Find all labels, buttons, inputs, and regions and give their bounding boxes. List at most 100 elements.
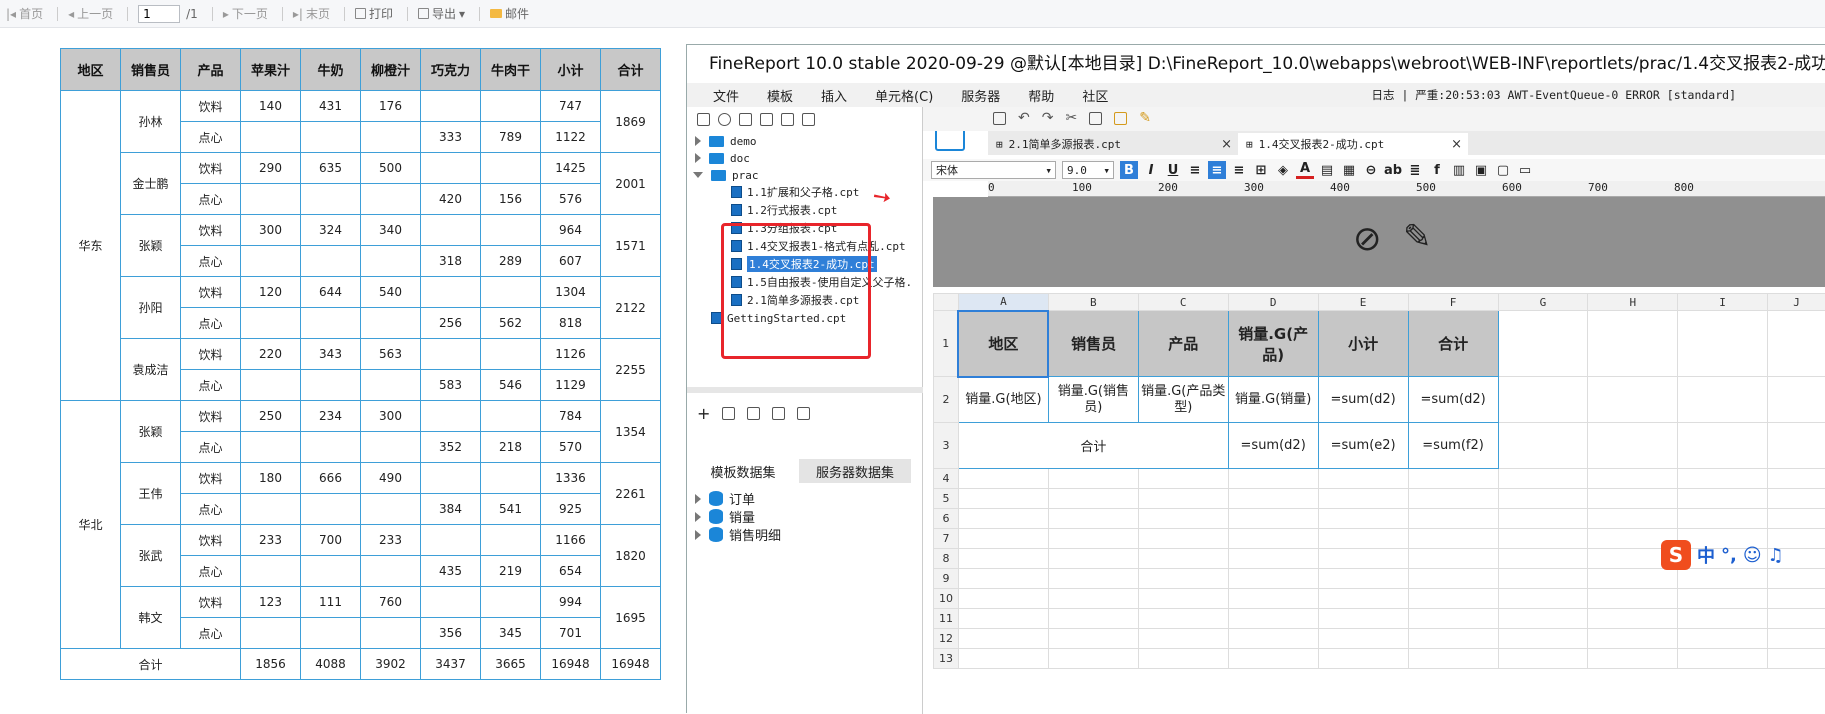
paste-icon[interactable] bbox=[1114, 112, 1127, 125]
cell[interactable] bbox=[1498, 589, 1588, 609]
next-page-button[interactable]: ▸下一页 bbox=[223, 5, 268, 22]
cell[interactable] bbox=[1588, 423, 1678, 469]
cell[interactable] bbox=[958, 609, 1048, 629]
cell-a1[interactable]: 地区 bbox=[958, 311, 1048, 377]
more-icon[interactable]: ▭ bbox=[1516, 161, 1534, 179]
cell[interactable] bbox=[1678, 489, 1768, 509]
tree-folder-demo[interactable]: demo bbox=[695, 133, 757, 149]
cell[interactable] bbox=[1048, 529, 1138, 549]
tab-server-datasets[interactable]: 服务器数据集 bbox=[799, 459, 911, 483]
col-header[interactable]: F bbox=[1408, 294, 1498, 311]
cell[interactable] bbox=[1588, 629, 1678, 649]
close-icon[interactable]: × bbox=[1221, 137, 1232, 152]
row-header[interactable]: 9 bbox=[934, 569, 959, 589]
cell[interactable] bbox=[1678, 589, 1768, 609]
corner-cell[interactable] bbox=[934, 294, 959, 311]
cell[interactable] bbox=[1498, 377, 1588, 423]
merge-icon[interactable]: ▤ bbox=[1318, 161, 1336, 179]
cell[interactable] bbox=[1228, 589, 1318, 609]
cell-d1[interactable]: 销量.G(产品) bbox=[1228, 311, 1318, 377]
cell-e3[interactable]: =sum(e2) bbox=[1318, 423, 1408, 469]
menu-cell[interactable]: 单元格(C) bbox=[861, 86, 947, 105]
cell-c2[interactable]: 销量.G(产品类型) bbox=[1138, 377, 1228, 423]
row-header[interactable]: 6 bbox=[934, 509, 959, 529]
cell-d3[interactable]: =sum(d2) bbox=[1228, 423, 1318, 469]
cell[interactable] bbox=[1768, 311, 1825, 377]
cell[interactable] bbox=[1138, 569, 1228, 589]
cell[interactable] bbox=[1138, 629, 1228, 649]
preview-icon[interactable] bbox=[772, 407, 785, 420]
file-tab-active[interactable]: ⊞1.4交叉报表2-成功.cpt× bbox=[1238, 133, 1468, 155]
row-header[interactable]: 11 bbox=[934, 609, 959, 629]
cell-f3[interactable]: =sum(f2) bbox=[1408, 423, 1498, 469]
cell[interactable] bbox=[1498, 609, 1588, 629]
row-header[interactable]: 3 bbox=[934, 423, 959, 469]
ime-toolbar[interactable]: S 中 °, ☺ ♫ bbox=[1661, 540, 1784, 570]
row-header[interactable]: 8 bbox=[934, 549, 959, 569]
col-header[interactable]: D bbox=[1228, 294, 1318, 311]
tree-file[interactable]: 1.1扩展和父子格.cpt bbox=[731, 184, 859, 200]
cell[interactable] bbox=[1678, 629, 1768, 649]
image-icon[interactable]: ▣ bbox=[1472, 161, 1490, 179]
fill-color-icon[interactable]: ◈ bbox=[1274, 161, 1292, 179]
row-header[interactable]: 2 bbox=[934, 377, 959, 423]
delete-icon[interactable] bbox=[747, 407, 760, 420]
cell[interactable] bbox=[1228, 489, 1318, 509]
cell[interactable] bbox=[1048, 629, 1138, 649]
cell[interactable] bbox=[1228, 549, 1318, 569]
link-icon[interactable]: ⊖ bbox=[1362, 161, 1380, 179]
splitter[interactable] bbox=[687, 387, 923, 393]
tree-file[interactable]: 1.2行式报表.cpt bbox=[731, 202, 837, 218]
cell[interactable] bbox=[1768, 423, 1825, 469]
cell-f1[interactable]: 合计 bbox=[1408, 311, 1498, 377]
text-icon[interactable]: ab bbox=[1384, 161, 1402, 179]
font-size-select[interactable]: 9.0▾ bbox=[1062, 161, 1114, 179]
cell[interactable] bbox=[1408, 589, 1498, 609]
open-icon[interactable] bbox=[739, 113, 752, 126]
cell[interactable] bbox=[958, 489, 1048, 509]
sub-report-icon[interactable]: ▢ bbox=[1494, 161, 1512, 179]
cell[interactable] bbox=[1678, 609, 1768, 629]
cell[interactable] bbox=[1588, 649, 1678, 669]
cell[interactable] bbox=[1048, 609, 1138, 629]
cell[interactable] bbox=[1138, 609, 1228, 629]
cell[interactable] bbox=[1588, 469, 1678, 489]
cell[interactable] bbox=[1138, 469, 1228, 489]
chart-icon[interactable]: ▥ bbox=[1450, 161, 1468, 179]
cell[interactable] bbox=[1228, 609, 1318, 629]
cell-e2[interactable]: =sum(d2) bbox=[1318, 377, 1408, 423]
eye-slash-icon[interactable]: ⊘ bbox=[1353, 219, 1382, 259]
new-folder-icon[interactable] bbox=[697, 113, 710, 126]
col-header[interactable]: G bbox=[1498, 294, 1588, 311]
menu-insert[interactable]: 插入 bbox=[807, 86, 861, 105]
cell[interactable] bbox=[1408, 649, 1498, 669]
col-header[interactable]: H bbox=[1588, 294, 1678, 311]
cell[interactable] bbox=[1138, 489, 1228, 509]
cell[interactable] bbox=[1408, 609, 1498, 629]
cell[interactable] bbox=[1138, 529, 1228, 549]
cell-e1[interactable]: 小计 bbox=[1318, 311, 1408, 377]
menu-help[interactable]: 帮助 bbox=[1014, 86, 1068, 105]
cell[interactable] bbox=[1498, 423, 1588, 469]
print-button[interactable]: 打印 bbox=[355, 5, 393, 22]
cell[interactable] bbox=[1408, 489, 1498, 509]
cell[interactable] bbox=[1228, 509, 1318, 529]
cell[interactable] bbox=[1768, 629, 1825, 649]
ime-mode[interactable]: 中 bbox=[1697, 542, 1715, 568]
page-number-input[interactable] bbox=[138, 5, 180, 23]
cell[interactable] bbox=[1678, 377, 1768, 423]
cell-a3[interactable]: 合计 bbox=[958, 423, 1228, 469]
col-header[interactable]: A bbox=[958, 294, 1048, 311]
col-header[interactable]: C bbox=[1138, 294, 1228, 311]
cell[interactable] bbox=[1408, 469, 1498, 489]
cell[interactable] bbox=[1498, 549, 1588, 569]
cell[interactable] bbox=[1768, 609, 1825, 629]
cell[interactable] bbox=[1048, 569, 1138, 589]
emoji-icon[interactable]: ☺ bbox=[1743, 545, 1762, 566]
paragraph-icon[interactable]: ≣ bbox=[1406, 161, 1424, 179]
cell[interactable] bbox=[1768, 489, 1825, 509]
cell[interactable] bbox=[1318, 489, 1408, 509]
cell[interactable] bbox=[1678, 311, 1768, 377]
cell-a2[interactable]: 销量.G(地区) bbox=[958, 377, 1048, 423]
cell[interactable] bbox=[1588, 569, 1678, 589]
